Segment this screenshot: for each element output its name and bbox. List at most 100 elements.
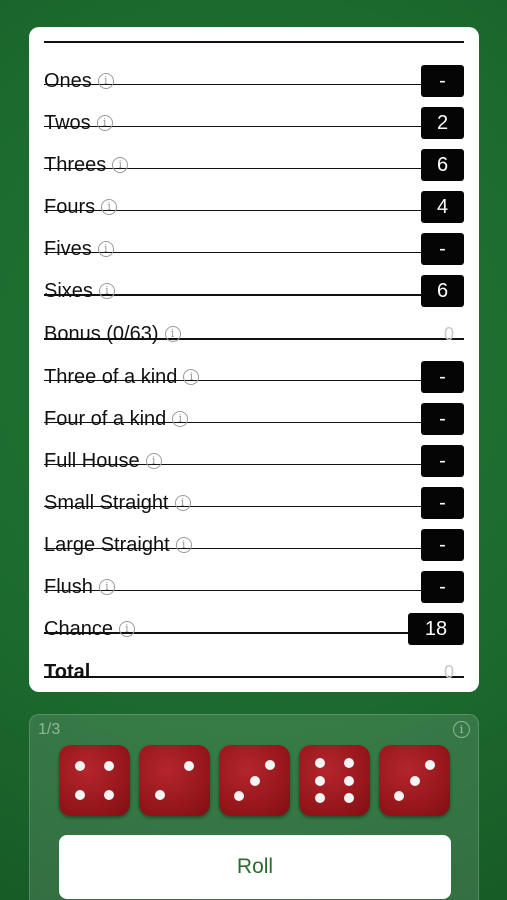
row-label-wrap: Flush i: [44, 576, 115, 599]
die-pip: [315, 757, 326, 768]
score-box[interactable]: 4: [421, 191, 464, 223]
score-row-sixes[interactable]: Sixes i 6: [44, 270, 464, 312]
info-icon[interactable]: i: [183, 369, 200, 385]
row-label-wrap: Twos i: [44, 112, 113, 135]
score-row-four-of-a-kind[interactable]: Four of a kind i -: [44, 398, 464, 440]
score-row-flush[interactable]: Flush i -: [44, 566, 464, 608]
row-label: Sixes: [44, 279, 93, 302]
score-box[interactable]: -: [421, 445, 464, 477]
scorecard: Ones i - Twos i 2 Threes i 6 Fours i 4 Fives i - Sixes i…: [29, 27, 479, 692]
row-label: Three of a kind: [44, 365, 178, 388]
score-box[interactable]: 6: [421, 149, 464, 181]
die-pip: [233, 791, 244, 802]
score-row-fours[interactable]: Fours i 4: [44, 186, 464, 228]
score-row-chance[interactable]: Chance i 18: [44, 608, 464, 650]
die-5[interactable]: [379, 745, 450, 816]
score-row-three-of-a-kind[interactable]: Three of a kind i -: [44, 356, 464, 398]
info-icon[interactable]: i: [172, 411, 189, 427]
die-pip: [409, 775, 420, 786]
score-box[interactable]: -: [421, 529, 464, 561]
die-pip: [343, 757, 354, 768]
info-icon[interactable]: i: [96, 115, 113, 131]
row-label-wrap: Fours i: [44, 195, 118, 219]
score-row-small-straight[interactable]: Small Straight i -: [44, 482, 464, 524]
info-icon[interactable]: i: [453, 721, 470, 738]
score-box[interactable]: -: [421, 487, 464, 519]
info-icon[interactable]: i: [145, 453, 162, 469]
score-box[interactable]: 2: [421, 107, 464, 139]
die-pip: [155, 789, 166, 800]
score-box[interactable]: -: [421, 403, 464, 435]
row-label: Fives: [44, 237, 92, 260]
score-box[interactable]: 18: [408, 613, 464, 645]
row-label-wrap: Ones i: [44, 70, 114, 93]
die-4[interactable]: [299, 745, 370, 816]
row-label: Four of a kind: [44, 407, 167, 430]
row-label-wrap: Four of a kind i: [44, 407, 189, 431]
info-icon[interactable]: i: [98, 283, 115, 299]
die-pip: [393, 791, 404, 802]
row-label-wrap: Sixes i: [44, 280, 115, 303]
die-pip: [103, 789, 114, 800]
score-value: 0: [443, 323, 454, 344]
row-label-wrap: Total: [44, 661, 90, 684]
die-pip: [315, 793, 326, 804]
die-pip: [265, 759, 276, 770]
row-label-wrap: Bonus (0/63) i: [44, 323, 181, 346]
score-row-ones[interactable]: Ones i -: [44, 60, 464, 102]
die-1[interactable]: [59, 745, 130, 816]
die-pip: [103, 761, 114, 772]
info-icon[interactable]: i: [112, 157, 129, 173]
row-label: Total: [44, 660, 91, 683]
info-icon[interactable]: i: [98, 579, 115, 595]
die-pip: [425, 759, 436, 770]
info-icon[interactable]: i: [101, 199, 118, 215]
score-value: 0: [443, 661, 454, 682]
row-label: Flush: [44, 575, 93, 598]
row-label: Bonus (0/63): [44, 322, 159, 345]
die-pip: [249, 775, 260, 786]
score-row-large-straight[interactable]: Large Straight i -: [44, 524, 464, 566]
dice-panel: 1/3 i Roll: [29, 714, 479, 900]
score-box[interactable]: -: [421, 571, 464, 603]
row-label-wrap: Full House i: [44, 450, 162, 473]
row-label: Ones: [44, 69, 92, 92]
score-row-threes[interactable]: Threes i 6: [44, 144, 464, 186]
row-label-wrap: Three of a kind i: [44, 365, 200, 389]
row-label: Small Straight: [44, 491, 169, 514]
score-box[interactable]: -: [421, 65, 464, 97]
info-icon[interactable]: i: [164, 326, 181, 342]
row-label: Fours: [44, 195, 96, 218]
info-icon[interactable]: i: [118, 621, 135, 637]
row-label-wrap: Threes i: [44, 153, 129, 177]
row-label-wrap: Chance i: [44, 618, 135, 641]
die-pip: [343, 775, 354, 786]
roll-button[interactable]: Roll: [59, 835, 451, 899]
row-label-wrap: Small Straight i: [44, 492, 191, 515]
die-pip: [75, 789, 86, 800]
row-label: Threes: [44, 153, 107, 176]
die-pip: [183, 761, 194, 772]
score-row-twos[interactable]: Twos i 2: [44, 102, 464, 144]
row-label-wrap: Large Straight i: [44, 534, 192, 557]
die-pip: [75, 761, 86, 772]
score-box[interactable]: -: [421, 233, 464, 265]
die-3[interactable]: [219, 745, 290, 816]
info-icon[interactable]: i: [175, 537, 192, 553]
score-row-fives[interactable]: Fives i -: [44, 228, 464, 270]
score-row-full-house[interactable]: Full House i -: [44, 440, 464, 482]
row-label: Chance: [44, 617, 113, 640]
row-label-wrap: Fives i: [44, 238, 114, 261]
score-box[interactable]: 6: [421, 275, 464, 307]
score-row-total: Total 0: [44, 651, 464, 693]
info-icon[interactable]: i: [97, 73, 114, 89]
score-row-bonus-0-63: Bonus (0/63) i 0: [44, 313, 464, 355]
score-box[interactable]: -: [421, 361, 464, 393]
die-2[interactable]: [139, 745, 210, 816]
die-pip: [343, 793, 354, 804]
row-label: Full House: [44, 449, 140, 472]
info-icon[interactable]: i: [174, 495, 191, 511]
row-divider: [44, 41, 464, 43]
row-label: Twos: [44, 111, 91, 134]
info-icon[interactable]: i: [97, 241, 114, 257]
